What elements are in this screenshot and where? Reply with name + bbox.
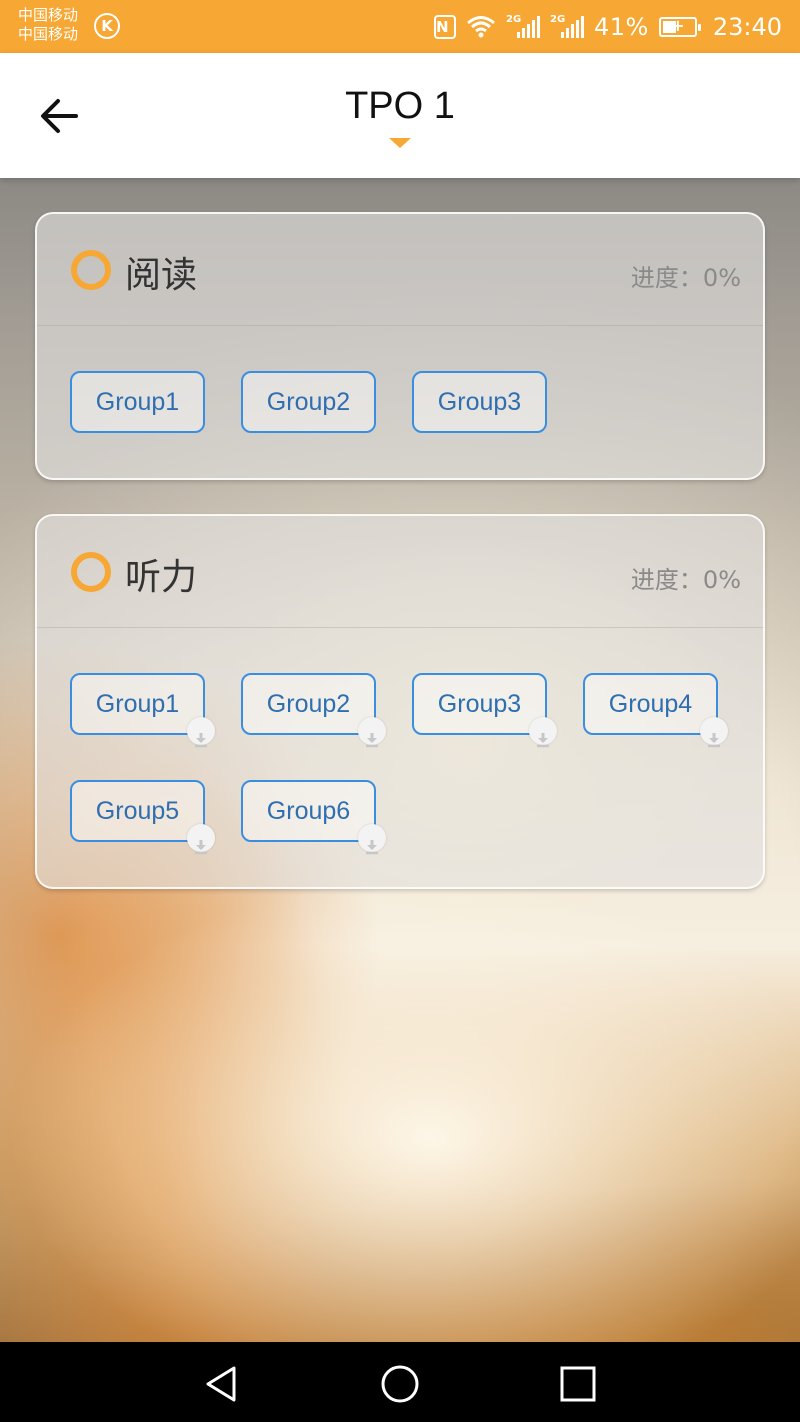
carrier-labels: 中国移动 中国移动 xyxy=(18,6,78,44)
caret-down-icon[interactable] xyxy=(389,138,411,148)
group-button-2[interactable]: Group2 xyxy=(241,371,376,433)
group-button-1[interactable]: Group1 xyxy=(70,673,215,748)
group-label: Group3 xyxy=(437,690,522,718)
clock: 23:40 xyxy=(712,12,782,41)
signal-icon: 2G xyxy=(550,14,584,40)
download-icon[interactable] xyxy=(529,717,557,748)
download-icon[interactable] xyxy=(187,824,215,855)
progress-label: 进度：0% xyxy=(630,264,741,292)
section-header: 听力 进度：0% xyxy=(37,516,763,628)
status-icons: N 2G 2G 41% + 23:40 xyxy=(433,0,782,53)
group-label: Group5 xyxy=(95,797,180,825)
carrier-1: 中国移动 xyxy=(18,6,79,24)
group-button-1[interactable]: Group1 xyxy=(70,371,205,433)
wifi-icon xyxy=(466,15,496,39)
system-nav-bar xyxy=(0,1342,800,1422)
group-button-4[interactable]: Group4 xyxy=(583,673,728,748)
download-icon[interactable] xyxy=(358,717,386,748)
carrier-2: 中国移动 xyxy=(18,25,79,43)
section-title: 阅读 xyxy=(125,255,198,296)
carrier-badge-icon: K xyxy=(94,13,120,39)
nfc-icon: N xyxy=(433,14,456,39)
status-bar: 中国移动 中国移动 K N 2G 2G 41% + 23:40 xyxy=(0,0,800,53)
signal-icon: 2G xyxy=(506,14,540,40)
section-title: 听力 xyxy=(125,557,198,598)
nav-home-button[interactable] xyxy=(378,1362,422,1406)
group-button-2[interactable]: Group2 xyxy=(241,673,386,748)
group-label: Group6 xyxy=(266,797,351,825)
section-card-reading: 阅读 进度：0% Group1 Group2 Group3 xyxy=(35,212,765,480)
app-header: TPO 1 xyxy=(0,53,800,178)
group-button-3[interactable]: Group3 xyxy=(412,673,557,748)
group-button-5[interactable]: Group5 xyxy=(70,780,215,855)
ring-icon xyxy=(71,552,111,592)
download-icon[interactable] xyxy=(187,717,215,748)
group-label: Group2 xyxy=(266,690,351,718)
triangle-back-icon xyxy=(206,1366,236,1402)
circle-home-icon xyxy=(381,1365,419,1403)
download-icon[interactable] xyxy=(700,717,728,748)
nav-back-button[interactable] xyxy=(200,1362,244,1406)
nav-recents-button[interactable] xyxy=(556,1362,600,1406)
square-recents-icon xyxy=(560,1366,596,1402)
group-button-3[interactable]: Group3 xyxy=(412,371,547,433)
download-icon[interactable] xyxy=(358,824,386,855)
group-button-6[interactable]: Group6 xyxy=(241,780,386,855)
battery-percent: 41% xyxy=(593,12,649,41)
group-label: Group1 xyxy=(95,690,180,718)
section-header: 阅读 进度：0% xyxy=(37,214,763,326)
ring-icon xyxy=(71,250,111,290)
progress-label: 进度：0% xyxy=(630,566,741,594)
group-label: Group4 xyxy=(608,690,693,718)
section-card-listening: 听力 进度：0% Group1 Group2 Group3 Group4 Gro… xyxy=(35,514,765,889)
page-title[interactable]: TPO 1 xyxy=(0,85,800,128)
battery-charging-icon: + xyxy=(658,16,701,37)
